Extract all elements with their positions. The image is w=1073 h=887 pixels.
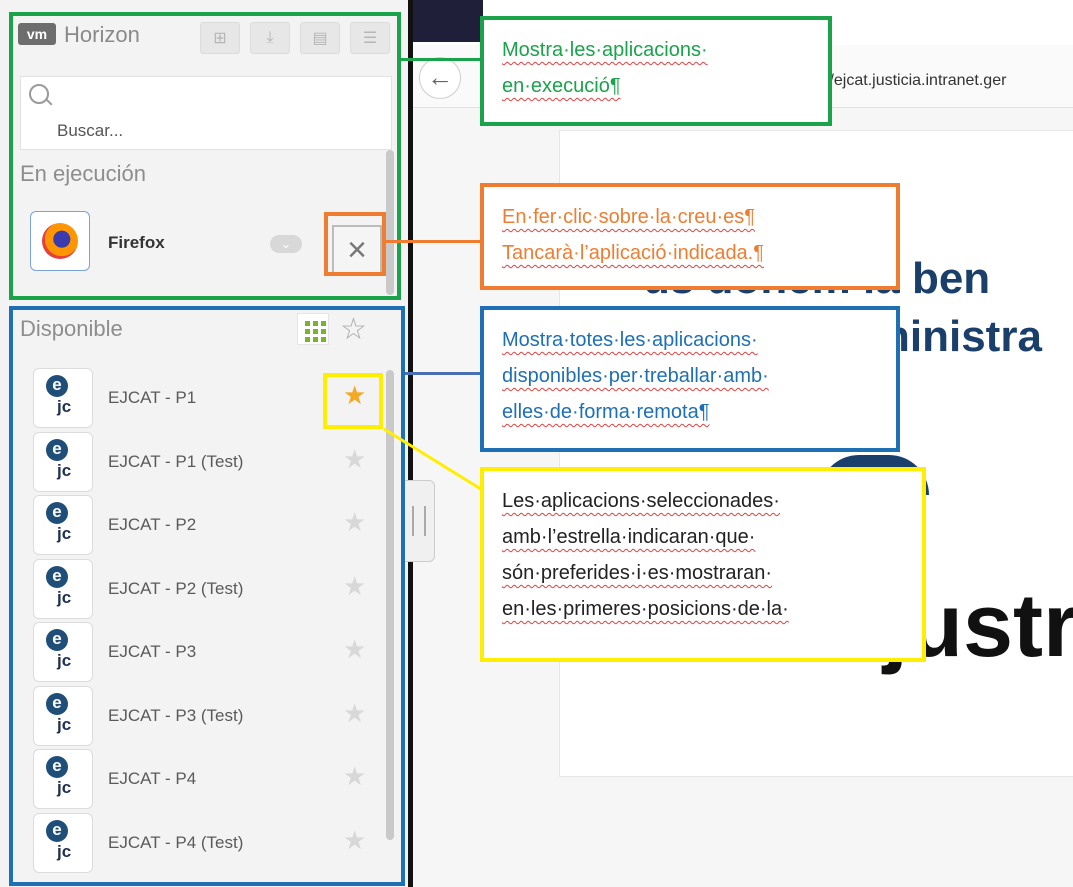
favorites-callout: Les·aplicacions·seleccionades· amb·l’estr… <box>480 467 926 662</box>
running-callout: Mostra·les·aplicacions· en·execució¶ <box>480 16 832 126</box>
orange-connector <box>386 240 480 243</box>
callout-line: disponibles·per·treballar·amb· <box>502 365 769 387</box>
callout-line: Mostra·totes·les·aplicacions· <box>502 329 758 351</box>
page-heading-line2: ninistra <box>883 312 1042 361</box>
callout-line: amb·l’estrella·indicaran·que· <box>502 526 756 548</box>
green-connector <box>401 58 481 61</box>
callout-line: Les·aplicacions·seleccionades· <box>502 490 780 512</box>
url-text[interactable]: s:/ejcat.justicia.intranet.ger <box>817 72 1006 90</box>
callout-line: elles·de·forma·remota¶ <box>502 401 710 423</box>
close-callout: En·fer·clic·sobre·la·creu·es¶ Tancarà·l’a… <box>480 183 900 290</box>
yellow-connector <box>383 427 485 493</box>
available-callout: Mostra·totes·les·aplicacions· disponibles… <box>480 306 900 452</box>
callout-line: en·les·primeres·posicions·de·la· <box>502 598 789 620</box>
blue-connector <box>405 372 480 375</box>
back-button[interactable]: ← <box>419 57 461 99</box>
callout-line: En·fer·clic·sobre·la·creu·es¶ <box>502 206 756 228</box>
callout-line: en·execució¶ <box>502 75 621 97</box>
favorite-highlight-box <box>323 373 383 429</box>
callout-line: són·preferides·i·es·mostraran· <box>502 562 773 584</box>
callout-line: Tancarà·l’aplicació·indicada.¶ <box>502 242 764 264</box>
callout-line: Mostra·les·aplicacions· <box>502 39 708 61</box>
close-highlight-box <box>324 212 386 276</box>
